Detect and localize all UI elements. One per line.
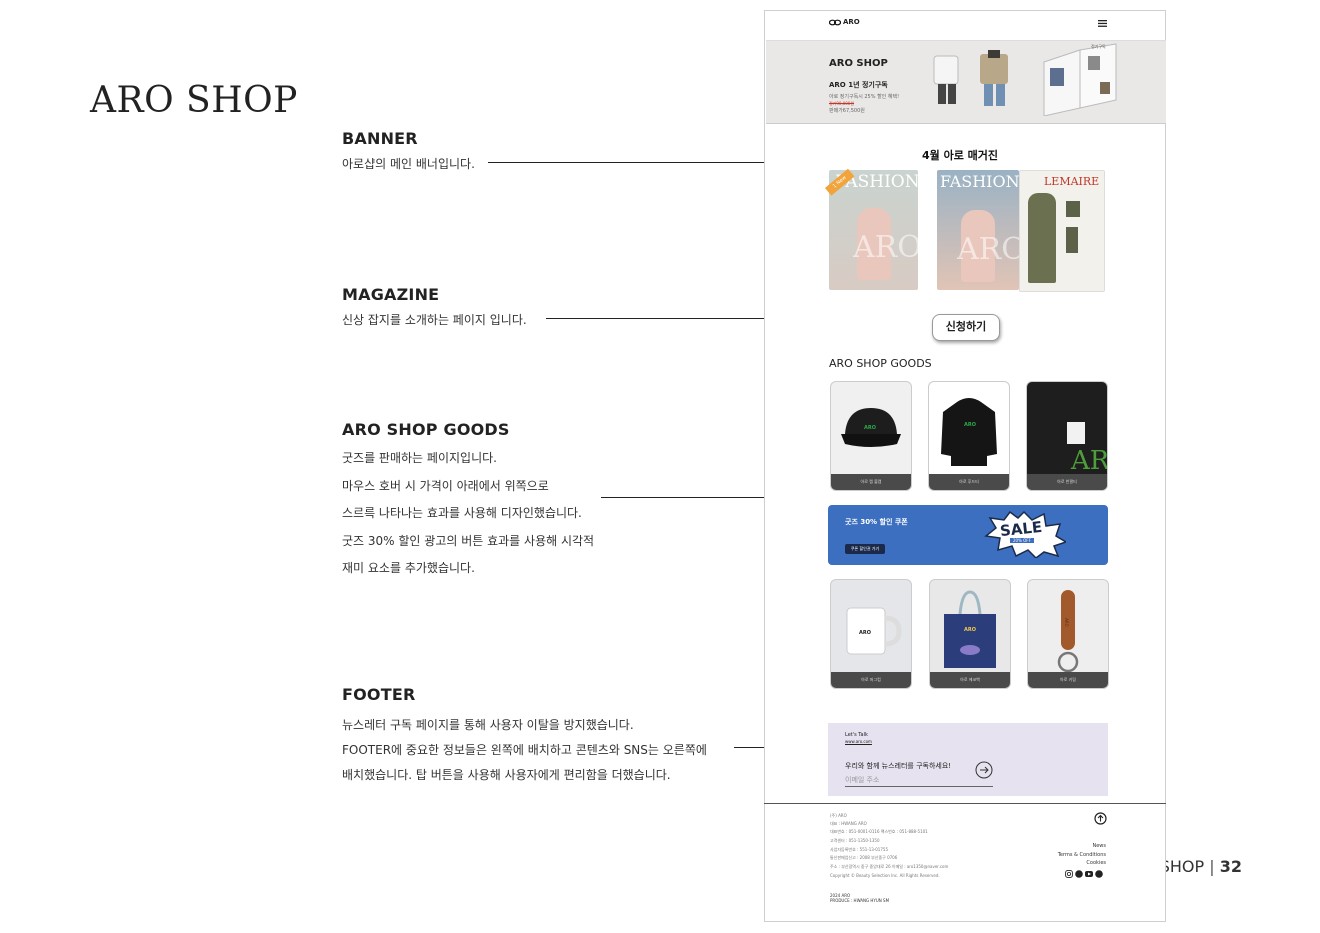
goods-desc-3: 스르륵 나타나는 효과를 사용해 디자인했습니다.: [342, 506, 582, 520]
hoodie-image: [941, 398, 997, 466]
magazine-cover-1[interactable]: FASHION ARO: [829, 170, 918, 290]
cover3-masthead: LEMAIRE: [1044, 175, 1100, 188]
hoodie-label: 아로 후드티: [929, 474, 1009, 490]
magazine-heading: MAGAZINE: [342, 285, 440, 304]
footer-info-7: Copyright © Beauty Selection Inc. All Ri…: [830, 873, 940, 878]
keyring-label: 아로 키링: [1028, 672, 1108, 688]
instagram-icon[interactable]: [1065, 870, 1073, 878]
footer-info-5: 통신판매업신고 : 2008 부산중구 0706: [830, 855, 898, 860]
tshirt-mark: ARO: [1071, 446, 1108, 476]
mug-label: 아로 머그컵: [831, 672, 911, 688]
sale-sub: 20% OFF: [1010, 538, 1034, 543]
ecobag-label: 아로 에코백: [930, 672, 1010, 688]
goods-card-hoodie[interactable]: ARO 아로 후드티: [928, 381, 1010, 491]
footer-link-cookies[interactable]: Cookies: [1050, 860, 1106, 866]
footer-info-4: 사업자등록번호 : 551-13-01755: [830, 847, 888, 852]
messenger-icon[interactable]: [1095, 870, 1103, 878]
page-title: ARO SHOP: [90, 80, 298, 121]
goods-desc-1: 굿즈를 판매하는 페이지입니다.: [342, 451, 497, 465]
goods-title: ARO SHOP GOODS: [829, 357, 932, 370]
footer-heading: FOOTER: [342, 685, 416, 704]
footer-info-6: 주소 : 부산광역시 중구 중앙대로 26 이메일 : aro1350@nave…: [830, 864, 949, 869]
banner-desc: 아로샵의 메인 배너입니다.: [342, 157, 475, 171]
footer-sns: [1065, 870, 1103, 878]
kakaotalk-icon[interactable]: [1075, 870, 1083, 878]
footer-info-1: 대표 : HWANG ARO: [830, 821, 867, 826]
footer-desc-3: 배치했습니다. 탑 버튼을 사용해 사용자에게 편리함을 더했습니다.: [342, 768, 671, 782]
cover1-watermark: ARO: [853, 230, 918, 265]
coupon-button[interactable]: 쿠폰 할인권 가기: [845, 544, 885, 554]
footer-link-terms[interactable]: Terms & Conditions: [1030, 852, 1106, 858]
banner-connector: [488, 162, 803, 163]
tshirt-label: 아로 반팔티: [1027, 474, 1107, 490]
goods-heading: ARO SHOP GOODS: [342, 420, 510, 439]
banner-heading: BANNER: [342, 129, 418, 148]
banner-magazine-image: [1043, 43, 1117, 116]
cap-label: 아로 캡 볼캡: [831, 474, 911, 490]
footer-credit-1: PRODUCE : HWANG HYUN SM: [830, 898, 890, 903]
apply-button[interactable]: 신청하기: [932, 314, 1000, 341]
footer-desc-2: FOOTER에 중요한 정보들은 왼쪽에 배치하고 콘텐츠와 SNS는 오른쪽에: [342, 743, 707, 757]
banner-subtitle: ARO 1년 정기구독: [829, 81, 888, 89]
coupon-text: 굿즈 30% 할인 쿠폰: [845, 518, 908, 526]
goods-card-ecobag[interactable]: ARO 아로 에코백: [929, 579, 1011, 689]
cover2-masthead: FASHION: [940, 172, 1019, 191]
cap-mark: ARO: [864, 425, 876, 431]
cover3-item-top: [1066, 201, 1080, 217]
goods-desc-2: 마우스 호버 시 가격이 아래에서 위쪽으로: [342, 479, 549, 493]
banner-price-new: 판매가67,500원: [829, 108, 865, 114]
footer-divider: [764, 803, 1166, 804]
page-number: 32: [1219, 857, 1243, 876]
cover2-watermark: ARO: [957, 232, 1019, 267]
banner-title: ARO SHOP: [829, 58, 888, 69]
top-button-icon[interactable]: [1094, 812, 1107, 825]
goods-card-cap[interactable]: ARO 아로 캡 볼캡: [830, 381, 912, 491]
youtube-icon[interactable]: [1085, 870, 1093, 878]
magazine-desc: 신상 잡지를 소개하는 페이지 입니다.: [342, 313, 527, 327]
keyring-mark: ARO: [1063, 618, 1069, 627]
magazine-cover-2[interactable]: FASHION ARO: [937, 170, 1019, 290]
newsletter-site[interactable]: www.aro.com: [845, 739, 872, 744]
magazine-title: 4월 아로 매거진: [922, 149, 999, 162]
mug-mark: ARO: [859, 630, 871, 636]
ecobag-mark: ARO: [964, 627, 976, 633]
tshirt-tag: [1067, 422, 1085, 444]
banner-clothes-image: [933, 50, 1008, 106]
goods-card-mug[interactable]: ARO 아로 머그컵: [830, 579, 912, 689]
hamburger-menu-icon[interactable]: [1098, 20, 1107, 27]
mock-logo-text: ARO: [843, 18, 860, 26]
footer-link-news[interactable]: News: [1050, 843, 1106, 849]
newsletter-heading: 우리와 함께 뉴스레터를 구독하세요!: [845, 762, 952, 770]
submit-arrow-icon[interactable]: [975, 761, 993, 779]
banner-book-tag: 정기구독: [1091, 44, 1106, 49]
coupon-banner[interactable]: [828, 505, 1108, 565]
mug-image: [846, 607, 902, 655]
footer-info-2: 대표번호 : 051-0001-0116 팩스번호 : 051-888-5101: [830, 829, 928, 834]
mock-logo[interactable]: ARO: [829, 18, 860, 26]
goods-card-keyring[interactable]: ARO 아로 키링: [1027, 579, 1109, 689]
aro-logo-icon: [829, 19, 841, 25]
keyring-image: [1057, 590, 1079, 673]
banner-desc-text: 아로 정기구독시 25% 할인 혜택!: [829, 94, 900, 100]
goods-desc-4: 굿즈 30% 할인 광고의 버튼 효과를 사용해 시각적: [342, 534, 595, 548]
newsletter-lets-talk: Let's Talk: [845, 732, 868, 738]
hoodie-mark: ARO: [964, 422, 976, 428]
footer-desc-1: 뉴스레터 구독 페이지를 통해 사용자 이탈을 방지했습니다.: [342, 718, 634, 732]
newsletter-email-input[interactable]: 이메일 주소: [845, 775, 993, 787]
footer-info-3: 고객센터 : 051-1350-1350: [830, 838, 880, 843]
footer-info-0: (주) ARO: [830, 813, 847, 818]
magazine-cover-3[interactable]: LEMAIRE: [1019, 170, 1105, 292]
goods-desc-5: 재미 요소를 추가했습니다.: [342, 561, 475, 575]
cover3-model: [1028, 193, 1056, 283]
goods-card-tshirt[interactable]: ARO 아로 반팔티: [1026, 381, 1108, 491]
cover3-item-pants: [1066, 227, 1078, 253]
